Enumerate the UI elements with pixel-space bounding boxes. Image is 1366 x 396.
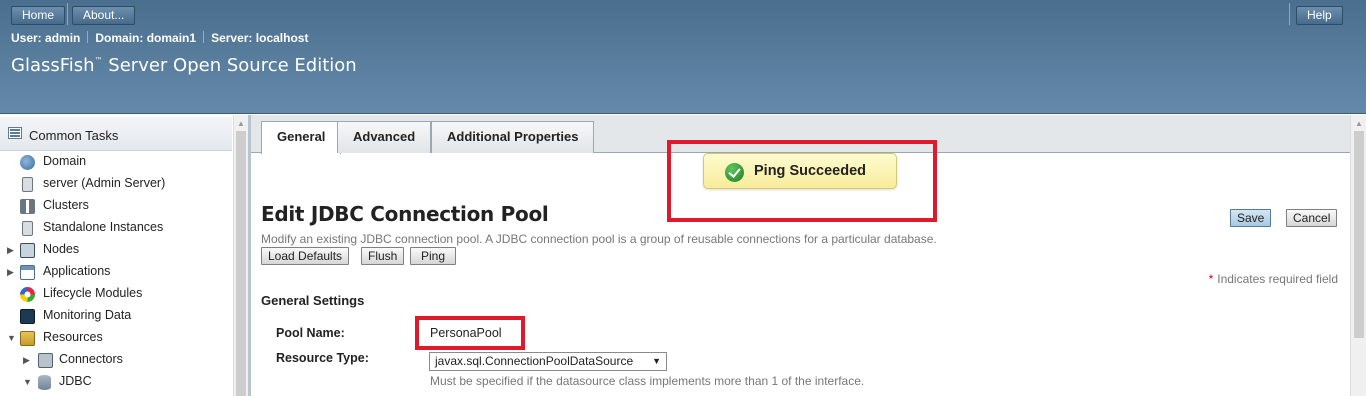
tasks-icon xyxy=(8,127,22,139)
tab-general[interactable]: General xyxy=(261,121,342,154)
server-value: localhost xyxy=(255,31,309,45)
main-scrollbar[interactable]: ▲ xyxy=(1350,115,1366,396)
nodes-icon xyxy=(20,243,35,258)
instance-icon xyxy=(22,221,33,236)
user-label: User: xyxy=(11,31,42,45)
resource-type-help: Must be specified if the datasource clas… xyxy=(430,374,865,388)
about-button[interactable]: About... xyxy=(72,6,136,25)
monitoring-icon xyxy=(20,309,35,324)
pool-name-label: Pool Name: xyxy=(276,326,345,340)
domain-value: domain1 xyxy=(146,31,197,45)
server-label: Server: xyxy=(211,31,253,45)
navigation-scrollbar[interactable]: ▲ xyxy=(233,115,248,396)
highlight-box xyxy=(415,316,525,350)
resources-icon xyxy=(20,331,35,346)
common-tasks-header[interactable]: Common Tasks xyxy=(0,117,232,151)
highlight-box xyxy=(667,140,937,222)
tab-additional-properties[interactable]: Additional Properties xyxy=(431,121,595,153)
cancel-button[interactable]: Cancel xyxy=(1286,209,1338,227)
masthead: Home About... Help User: admin Domain: do… xyxy=(0,0,1366,114)
collapse-arrow-icon[interactable]: ▼ xyxy=(7,333,17,343)
section-title: General Settings xyxy=(261,293,365,308)
connectors-icon xyxy=(38,353,53,368)
scroll-up-icon[interactable]: ▲ xyxy=(1355,119,1363,128)
ping-button[interactable]: Ping xyxy=(410,247,457,265)
save-button[interactable]: Save xyxy=(1230,209,1272,227)
main-content: General Advanced Additional Properties P… xyxy=(251,115,1350,396)
masthead-divider xyxy=(67,3,68,25)
load-defaults-button[interactable]: Load Defaults xyxy=(261,247,350,265)
resource-type-label: Resource Type: xyxy=(276,351,369,365)
navigation-tree: Common Tasks Domain server (Admin Server… xyxy=(0,115,248,396)
expand-arrow-icon[interactable]: ▶ xyxy=(7,245,17,256)
help-button[interactable]: Help xyxy=(1296,6,1343,25)
common-tasks-label: Common Tasks xyxy=(29,128,119,143)
required-asterisk: * xyxy=(1208,272,1214,286)
user-info: User: admin Domain: domain1 Server: localh… xyxy=(11,31,308,45)
user-value: admin xyxy=(45,31,81,45)
domain-label: Domain: xyxy=(95,31,144,45)
server-icon xyxy=(22,177,33,192)
page-help-text: Modify an existing JDBC connection pool.… xyxy=(261,232,937,246)
page-title: Edit JDBC Connection Pool xyxy=(261,202,549,226)
home-button[interactable]: Home xyxy=(11,6,66,25)
clusters-icon xyxy=(20,199,35,214)
collapse-arrow-icon[interactable]: ▼ xyxy=(23,377,33,387)
applications-icon xyxy=(20,265,35,280)
flush-button[interactable]: Flush xyxy=(361,247,405,265)
product-name: GlassFish™ Server Open Source Edition xyxy=(11,55,357,76)
lifecycle-icon xyxy=(20,287,35,302)
scrollbar-thumb[interactable] xyxy=(236,131,246,396)
masthead-divider xyxy=(1289,3,1290,25)
expand-arrow-icon[interactable]: ▶ xyxy=(7,267,17,278)
scroll-up-icon[interactable]: ▲ xyxy=(237,119,245,128)
expand-arrow-icon[interactable]: ▶ xyxy=(23,355,33,366)
tab-advanced[interactable]: Advanced xyxy=(337,121,432,153)
dropdown-arrow-icon: ▼ xyxy=(652,356,661,366)
database-icon xyxy=(38,375,51,390)
scrollbar-thumb[interactable] xyxy=(1354,131,1364,338)
resource-type-select[interactable]: javax.sql.ConnectionPoolDataSource ▼ xyxy=(429,352,667,371)
required-field-note: * Indicates required field xyxy=(1208,272,1338,286)
resource-type-value: javax.sql.ConnectionPoolDataSource xyxy=(435,354,634,368)
domain-icon xyxy=(20,155,35,170)
